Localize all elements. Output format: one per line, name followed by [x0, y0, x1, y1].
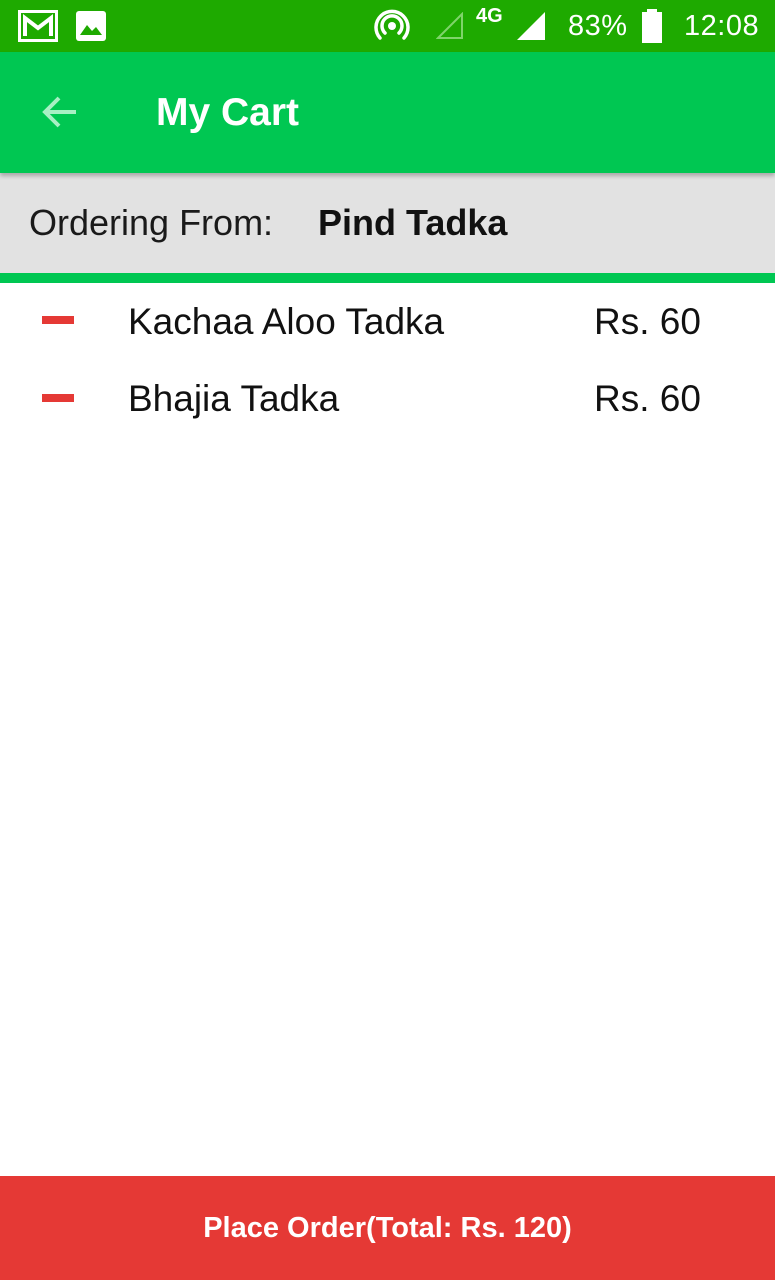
- remove-item-button[interactable]: [36, 303, 82, 337]
- cart-list: Kachaa Aloo Tadka Rs. 60 Bhajia Tadka Rs…: [0, 283, 775, 436]
- minus-icon: [42, 316, 74, 324]
- image-icon: [76, 0, 106, 52]
- place-order-label: Place Order(Total: Rs. 120): [203, 1211, 572, 1244]
- place-order-button[interactable]: Place Order(Total: Rs. 120): [0, 1176, 775, 1280]
- cart-item: Bhajia Tadka Rs. 60: [0, 361, 775, 436]
- clock: 12:08: [684, 9, 760, 42]
- battery-percentage: 83%: [568, 9, 628, 42]
- app-bar: My Cart: [0, 52, 775, 173]
- ordering-from-label: Ordering From:: [29, 202, 274, 243]
- item-name: Bhajia Tadka: [128, 377, 340, 419]
- restaurant-name: Pind Tadka: [318, 202, 508, 243]
- battery-icon: [641, 0, 663, 52]
- back-button[interactable]: [28, 80, 92, 144]
- item-name: Kachaa Aloo Tadka: [128, 301, 445, 342]
- cart-item: Kachaa Aloo Tadka Rs. 60: [0, 283, 775, 361]
- arrow-back-icon: [42, 96, 76, 128]
- status-bar: 4G 83% 12:08: [0, 0, 775, 52]
- network-type: 4G: [476, 4, 503, 27]
- signal-empty-icon: [436, 0, 464, 52]
- ordering-from-bar: Ordering From: Pind Tadka: [0, 173, 775, 273]
- gmail-icon: [18, 0, 58, 52]
- accent-divider: [0, 273, 775, 283]
- minus-icon: [42, 394, 74, 402]
- item-price: Rs. 60: [594, 377, 701, 419]
- item-price: Rs. 60: [594, 301, 701, 342]
- page-title: My Cart: [156, 90, 300, 134]
- signal-full-icon: [516, 0, 546, 52]
- hotspot-icon: [374, 0, 410, 52]
- remove-item-button[interactable]: [36, 381, 82, 415]
